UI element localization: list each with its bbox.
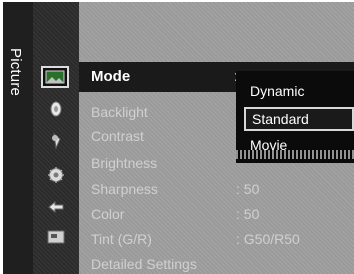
sidebar-title: Picture — [7, 48, 24, 97]
menu-item-sharpness[interactable]: Sharpness — [91, 181, 158, 197]
input-icon[interactable] — [45, 197, 67, 215]
setup-icon[interactable] — [45, 166, 67, 184]
menu-value-sharpness: : 50 — [236, 181, 260, 197]
mode-label: Mode — [91, 68, 131, 85]
picture-icon[interactable] — [41, 66, 69, 88]
sound-icon[interactable] — [45, 100, 67, 118]
channel-icon[interactable] — [45, 132, 67, 150]
support-icon[interactable] — [45, 228, 67, 246]
menu-item-contrast[interactable]: Contrast — [91, 128, 144, 144]
menu-item-brightness[interactable]: Brightness — [91, 155, 157, 171]
sidebar: Picture — [3, 2, 33, 274]
mode-option-dynamic[interactable]: Dynamic — [244, 79, 354, 103]
menu-icon-column — [33, 2, 79, 274]
mode-option-standard[interactable]: Standard — [244, 107, 354, 131]
mode-option-label: Dynamic — [250, 83, 305, 99]
mode-option-label: Standard — [252, 111, 309, 127]
dropdown-bottom-strip — [236, 150, 354, 159]
menu-value-tint: : G50/R50 — [236, 231, 300, 247]
menu-value-color: : 50 — [236, 206, 260, 222]
menu-item-backlight[interactable]: Backlight — [91, 104, 148, 120]
tv-osd-screen: Picture Mode Backlight Contrast Brightne… — [3, 2, 354, 274]
menu-item-color[interactable]: Color — [91, 206, 124, 222]
menu-item-detailed-settings[interactable]: Detailed Settings — [91, 256, 197, 272]
menu-item-tint[interactable]: Tint (G/R) — [91, 231, 152, 247]
